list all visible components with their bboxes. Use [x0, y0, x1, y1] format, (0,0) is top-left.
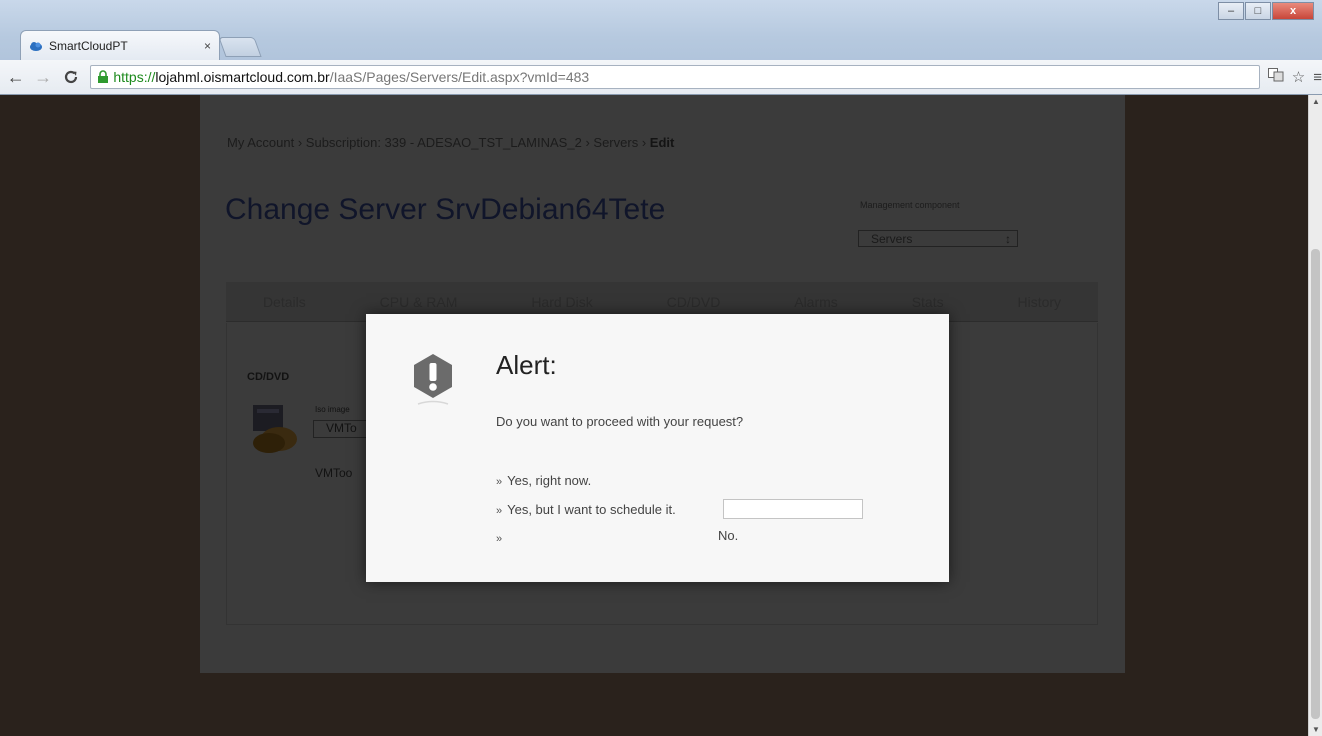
management-component-value: Servers	[871, 231, 913, 246]
breadcrumb-current: Edit	[649, 135, 675, 150]
management-component-select[interactable]: Servers ↕	[858, 230, 1018, 247]
menu-icon[interactable]: ≡	[1313, 69, 1322, 86]
lock-icon	[97, 70, 109, 84]
translate-icon[interactable]	[1267, 68, 1284, 86]
schedule-datetime-input[interactable]	[723, 499, 863, 519]
reload-icon[interactable]	[59, 65, 82, 89]
breadcrumb-my-account[interactable]: My Account	[227, 135, 294, 150]
breadcrumb: My Account › Subscription: 339 - ADESAO_…	[227, 135, 674, 150]
scroll-up-arrow-icon[interactable]: ▲	[1312, 97, 1320, 106]
breadcrumb-separator: ›	[297, 135, 303, 150]
browser-tab[interactable]: SmartCloudPT ×	[20, 30, 220, 60]
bookmark-star-icon[interactable]: ☆	[1292, 68, 1305, 86]
alert-message: Do you want to proceed with your request…	[496, 414, 744, 429]
window-controls: – □ x	[1218, 2, 1314, 20]
cloud-favicon-icon	[29, 39, 43, 53]
tab-history[interactable]: History	[1017, 294, 1061, 310]
select-arrows-icon: ↕	[1005, 231, 1011, 246]
alert-title: Alert:	[496, 350, 557, 380]
iso-image-label: Iso image	[315, 405, 350, 414]
url-host: lojahml.oismartcloud.com.br	[155, 69, 330, 85]
breadcrumb-servers[interactable]: Servers	[593, 135, 638, 150]
option-schedule[interactable]: » Yes, but I want to schedule it.	[496, 502, 706, 519]
management-component-label: Management component	[860, 200, 960, 210]
breadcrumb-separator: ›	[641, 135, 647, 150]
bullet-icon: »	[496, 505, 503, 517]
new-tab-button[interactable]	[218, 37, 262, 57]
browser-toolbar: ← → https://lojahml.oismartcloud.com.br /…	[0, 60, 1322, 94]
maximize-button[interactable]: □	[1245, 2, 1271, 20]
tab-stats[interactable]: Stats	[912, 294, 944, 310]
option-yes-now[interactable]: » Yes, right now.	[496, 473, 591, 488]
breadcrumb-subscription[interactable]: Subscription: 339 - ADESAO_TST_LAMINAS_2	[306, 135, 582, 150]
scroll-down-arrow-icon[interactable]: ▼	[1312, 725, 1320, 734]
option-yes-now-label: Yes, right now.	[507, 473, 592, 488]
url-scheme: https://	[113, 69, 156, 85]
breadcrumb-separator: ›	[585, 135, 590, 150]
tab-hard-disk[interactable]: Hard Disk	[531, 294, 592, 310]
scrollbar-thumb[interactable]	[1311, 249, 1320, 719]
tab-title: SmartCloudPT	[49, 38, 128, 53]
window-close-button[interactable]: x	[1272, 2, 1314, 20]
cd-dvd-heading: CD/DVD	[247, 371, 290, 383]
option-schedule-label: Yes, but I want to schedule it.	[507, 502, 676, 517]
iso-image-select[interactable]: VMTo	[313, 420, 373, 438]
tab-close-icon[interactable]: ×	[204, 39, 211, 53]
option-no-bullet: »	[496, 530, 507, 545]
tab-cd-dvd[interactable]: CD/DVD	[667, 294, 721, 310]
back-arrow-icon[interactable]: ←	[4, 65, 27, 89]
minimize-button[interactable]: –	[1218, 2, 1244, 20]
tab-alarms[interactable]: Alarms	[794, 294, 838, 310]
alert-exclamation-icon	[410, 352, 456, 412]
page-title: Change Server SrvDebian64Tete	[225, 193, 666, 226]
option-no[interactable]: No.	[718, 528, 738, 543]
tab-details[interactable]: Details	[263, 294, 306, 310]
forward-arrow-icon[interactable]: →	[31, 65, 54, 89]
url-path: /IaaS/Pages/Servers/Edit.aspx?vmId=483	[329, 69, 590, 85]
tab-cpu-ram[interactable]: CPU & RAM	[380, 294, 458, 310]
address-bar[interactable]: https://lojahml.oismartcloud.com.br/IaaS…	[90, 65, 1260, 89]
browser-chrome: SmartCloudPT × – □ x ← → https://lojahml…	[0, 0, 1322, 95]
alert-dialog: Alert: Do you want to proceed with your …	[366, 314, 949, 582]
bullet-icon: »	[496, 476, 503, 488]
vmtools-text: VMToo	[315, 466, 353, 480]
bullet-icon: »	[496, 533, 503, 545]
cd-disc-icon	[249, 403, 299, 455]
vertical-scrollbar[interactable]: ▲ ▼	[1308, 95, 1322, 736]
